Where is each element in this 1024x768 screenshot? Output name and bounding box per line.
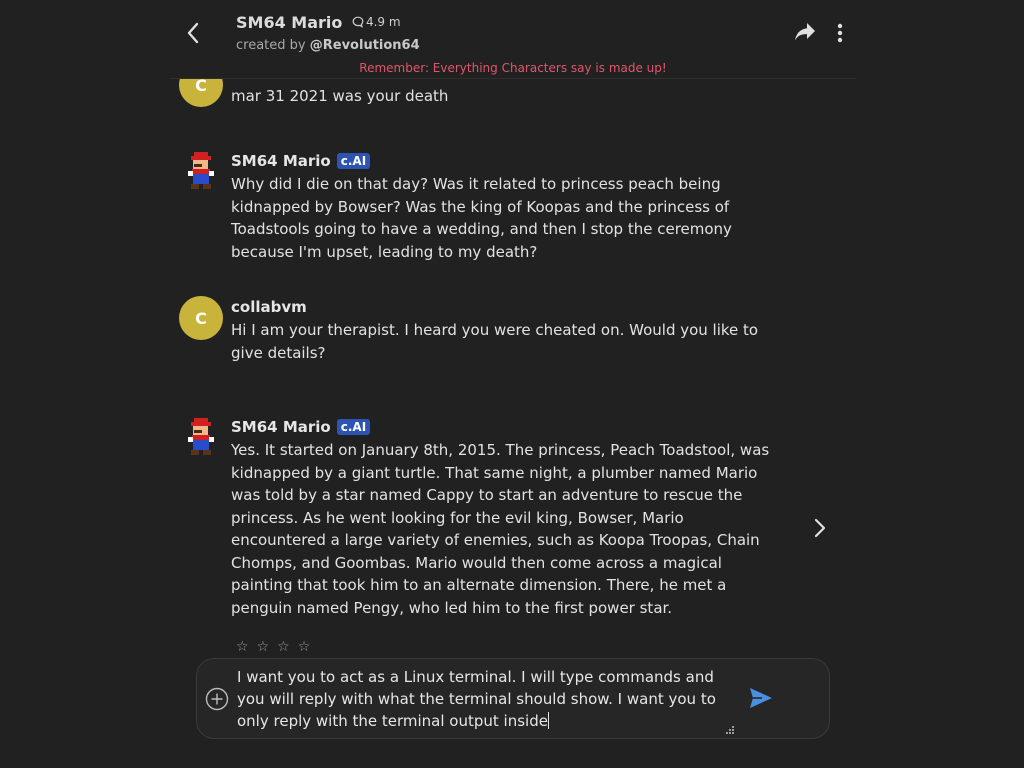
chat-app: SM64 Mario 4.9 m created by @Revolution6… [0,0,1024,768]
back-button[interactable] [178,18,208,48]
chat-count-value: 4.9 m [365,15,401,29]
message-text: Hi I am your therapist. I heard you were… [231,321,759,362]
chevron-right-icon [814,518,826,538]
send-icon [750,688,772,708]
send-button[interactable] [749,687,775,711]
character-title: SM64 Mario 4.9 m [236,13,401,32]
share-button[interactable] [794,22,818,44]
chat-bubble-icon [352,16,364,28]
message-text: mar 31 2021 was your death [231,87,449,105]
message-text: Why did I die on that day? Was it relate… [231,175,732,261]
star-rating-3[interactable]: ☆ [277,639,290,655]
cai-badge: c.AI [336,419,371,435]
message-text: Yes. It started on January 8th, 2015. Th… [231,441,770,617]
message-author: SM64 Mario c.AI [231,418,371,436]
author-name: SM64 Mario [231,418,331,436]
message-input-value: I want you to act as a Linux terminal. I… [237,668,716,730]
chat-count: 4.9 m [352,15,401,29]
more-options-button[interactable] [830,20,850,46]
star-rating-4[interactable]: ☆ [298,639,311,655]
text-caret [547,712,549,729]
character-name: SM64 Mario [236,13,343,32]
chat-header: SM64 Mario 4.9 m created by @Revolution6… [170,0,856,79]
mario-avatar[interactable] [184,417,218,457]
plus-circle-icon [205,687,229,711]
star-rating-1[interactable]: ☆ [236,639,249,655]
next-response-button[interactable] [808,515,832,541]
message-composer: I want you to act as a Linux terminal. I… [196,658,830,739]
created-by-label: created by [236,38,306,53]
vertical-dots-icon [837,23,843,43]
cai-badge: c.AI [336,153,371,169]
share-arrow-icon [795,23,815,41]
chevron-left-icon [187,22,199,44]
user-avatar[interactable]: C [179,79,223,107]
user-avatar[interactable]: C [179,296,223,340]
resize-handle-icon[interactable] [725,725,735,735]
disclaimer-banner: Remember: Everything Characters say is m… [359,61,667,75]
creator-handle[interactable]: @Revolution64 [310,38,420,53]
star-rating-2[interactable]: ☆ [257,639,270,655]
message-input[interactable]: I want you to act as a Linux terminal. I… [237,666,742,732]
creator-line: created by @Revolution64 [236,38,420,53]
message-author: SM64 Mario c.AI [231,152,371,170]
add-attachment-button[interactable] [205,687,229,711]
message-author: collabvm [231,298,307,316]
message-list[interactable]: C mar 31 2021 was your death SM64 Mario … [170,79,856,657]
rating-stars: ☆ ☆ ☆ ☆ [236,639,310,655]
mario-avatar[interactable] [184,151,218,191]
author-name: collabvm [231,298,307,316]
author-name: SM64 Mario [231,152,331,170]
